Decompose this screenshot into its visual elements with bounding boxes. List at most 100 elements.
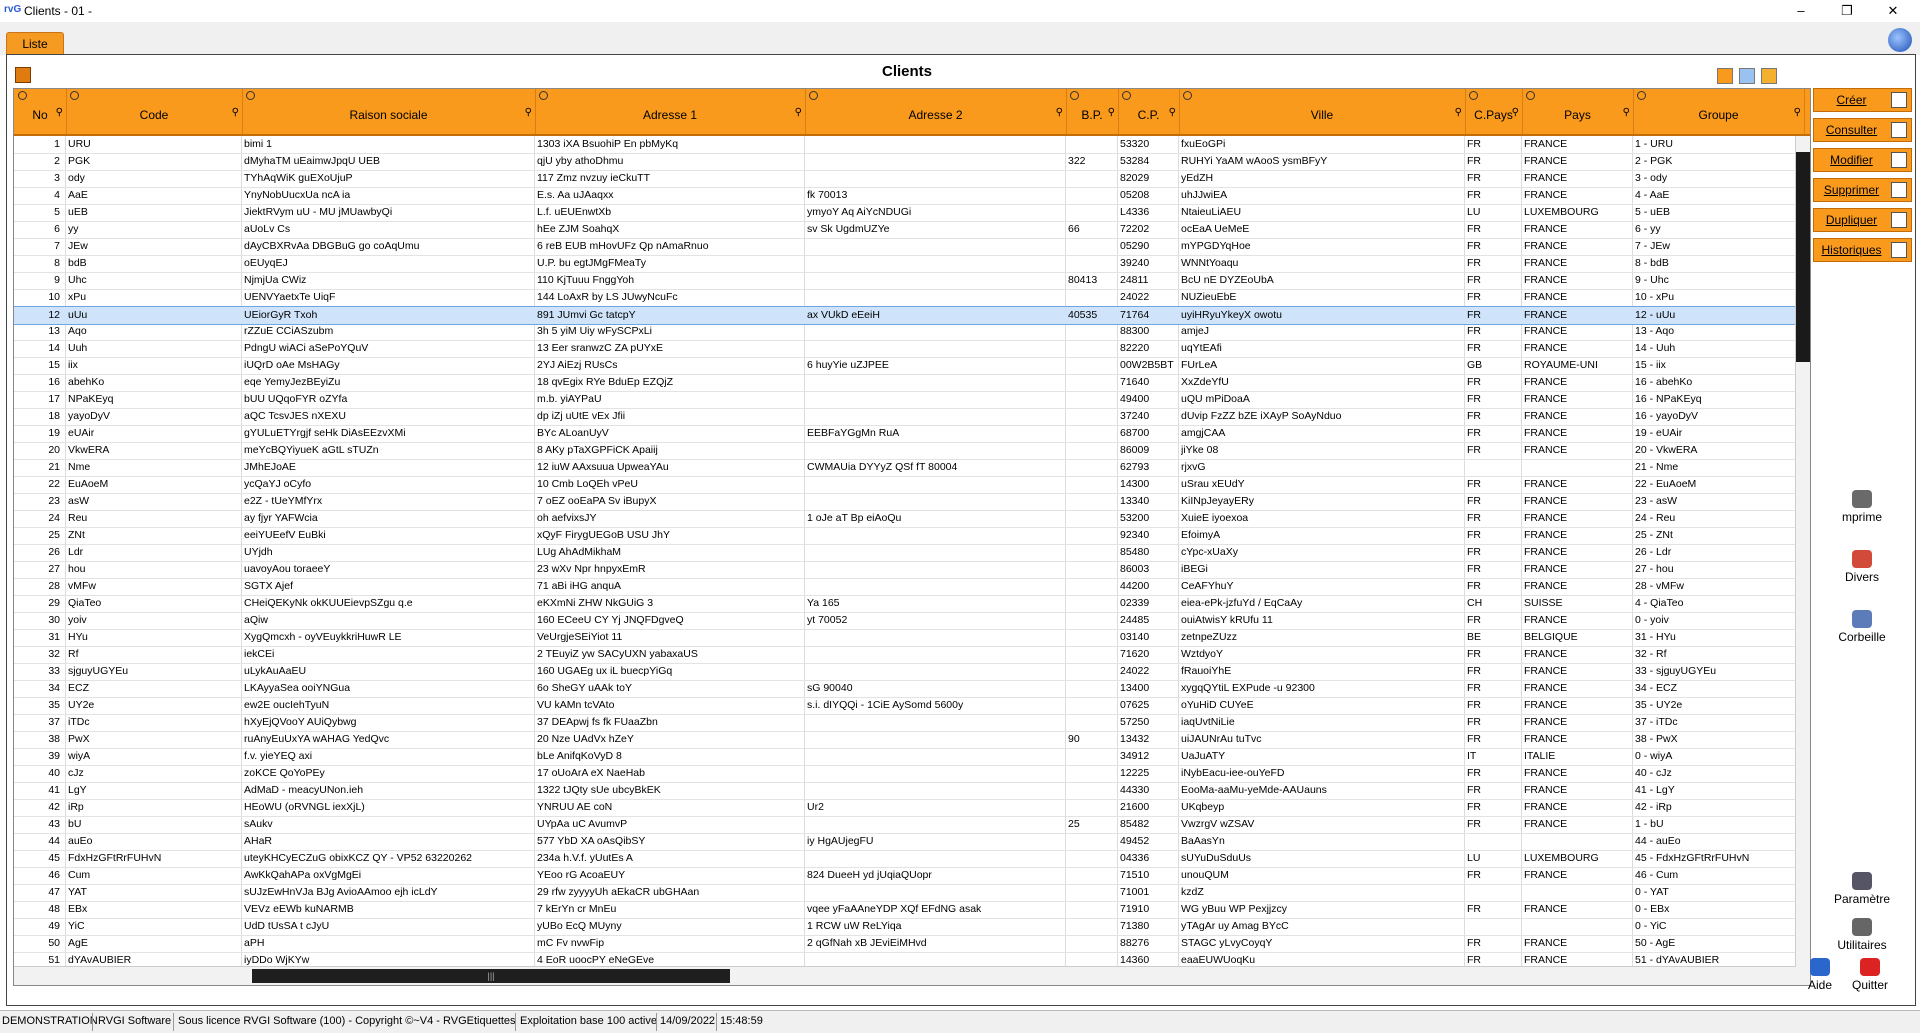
- historiques-button[interactable]: Historiques: [1813, 238, 1912, 262]
- table-row[interactable]: 50 AgE aPH mC Fv nvwFip 2 qGfNah xB JEviEiMH…: [14, 935, 1804, 953]
- table-row[interactable]: 7 JEw dAyCBXRvAa DBGBuG go coAqUmu 6 reB EU…: [14, 238, 1804, 256]
- column-search-icon[interactable]: ⚲: [525, 107, 532, 118]
- table-row[interactable]: 51 dYAvAUBIER iyDDo WjKYw 4 EoR uoocPY eNeG…: [14, 952, 1804, 966]
- column-header-cp[interactable]: C.P. ⚲: [1118, 89, 1180, 134]
- column-header-adr1[interactable]: Adresse 1 ⚲: [535, 89, 806, 134]
- table-row[interactable]: 44 auEo AHaR 577 YbD XA oAsQibSY iy HgAUjegF…: [14, 833, 1804, 851]
- horizontal-scrollbar[interactable]: |||: [14, 966, 1796, 985]
- column-header-ville[interactable]: Ville ⚲: [1179, 89, 1466, 134]
- sort-icon[interactable]: [1469, 91, 1478, 100]
- sort-icon[interactable]: [70, 91, 79, 100]
- quitter-tool[interactable]: Quitter: [1840, 958, 1900, 992]
- column-search-icon[interactable]: ⚲: [232, 107, 239, 118]
- filter-icon[interactable]: [1761, 68, 1777, 84]
- utilitaires-tool[interactable]: Utilitaires: [1812, 918, 1912, 952]
- table-row[interactable]: 25 ZNt eeiYUEefV EuBki xQyF FirygUEGoB USU …: [14, 527, 1804, 545]
- modifier-button[interactable]: Modifier: [1813, 148, 1912, 172]
- table-row[interactable]: 24 Reu ay fjyr YAFWcia oh aefvixsJY 1 oJe aT…: [14, 510, 1804, 528]
- horizontal-scroll-thumb[interactable]: |||: [252, 969, 730, 983]
- table-row[interactable]: 33 sjguyUGYEu uLykAuAaEU 160 UGAEg ux iL bu…: [14, 663, 1804, 681]
- table-row[interactable]: 38 PwX ruAnyEuUxYA wAHAG YedQvc 20 Nze UAdV…: [14, 731, 1804, 749]
- table-row[interactable]: 2 PGK dMyhaTM uEaimwJpqU UEB qjU yby athoDh…: [14, 153, 1804, 171]
- export-icon[interactable]: [1716, 68, 1733, 84]
- column-header-groupe[interactable]: Groupe ⚲: [1633, 89, 1805, 134]
- table-row[interactable]: 48 EBx VEVz eEWb kuNARMB 7 kErYn cr MnEu vqe…: [14, 901, 1804, 919]
- table-row[interactable]: 19 eUAir gYULuETYrgjf seHk DiAsEEzvXMi BYc …: [14, 425, 1804, 443]
- table-row[interactable]: 9 Uhc NjmjUa CWiz 110 KjTuuu FnggYoh 80413 24…: [14, 272, 1804, 290]
- divers-tool[interactable]: Divers: [1812, 550, 1912, 584]
- table-row[interactable]: 27 hou uavoyAou toraeeY 23 wXv Npr hnpyxEmR…: [14, 561, 1804, 579]
- column-search-icon[interactable]: ⚲: [1512, 107, 1519, 118]
- column-search-icon[interactable]: ⚲: [795, 107, 802, 118]
- table-row[interactable]: 13 Aqo rZZuE CCiASzubm 3h 5 yiM Uiy wFySCPx…: [14, 323, 1804, 341]
- corbeille-tool[interactable]: Corbeille: [1812, 610, 1912, 644]
- column-search-icon[interactable]: ⚲: [56, 107, 63, 118]
- sort-icon[interactable]: [539, 91, 548, 100]
- table-row[interactable]: 47 YAT sUJzEwHnVJa BJg AvioAAmoo ejh icLdY…: [14, 884, 1804, 902]
- table-row[interactable]: 35 UY2e ew2E oucIehTyuN VU kAMn tcVAto s.i. …: [14, 697, 1804, 715]
- sort-icon[interactable]: [1637, 91, 1646, 100]
- table-row[interactable]: 41 LgY AdMaD - meacyUNon.ieh 1322 tJQty sUe…: [14, 782, 1804, 800]
- table-row[interactable]: 16 abehKo eqe YemyJezBEyiZu 18 qvEgix RYe B…: [14, 374, 1804, 392]
- table-row[interactable]: 28 vMFw SGTX Ajef 71 aBi iHG anquA 44200 CeAF…: [14, 578, 1804, 596]
- table-row[interactable]: 34 ECZ LKAyyaSea ooiYNGua 6o SheGY uAAk toY…: [14, 680, 1804, 698]
- consulter-button[interactable]: Consulter: [1813, 118, 1912, 142]
- globe-icon[interactable]: [1888, 28, 1912, 52]
- column-header-code[interactable]: Code ⚲: [66, 89, 243, 134]
- table-row[interactable]: 42 iRp HEoWU (oRVNGL iexXjL) YNRUU AE coN Ur…: [14, 799, 1804, 817]
- table-row[interactable]: 40 cJz zoKCE QoYoPEy 17 oUoArA eX NaeHab 122…: [14, 765, 1804, 783]
- restore-button[interactable]: ❐: [1824, 0, 1870, 22]
- supprimer-button[interactable]: Supprimer: [1813, 178, 1912, 202]
- column-search-icon[interactable]: ⚲: [1056, 107, 1063, 118]
- table-row[interactable]: 1 URU bimi 1 1303 iXA BsuohiP En pbMyKq 5332…: [14, 136, 1804, 154]
- mprime-tool[interactable]: mprime: [1812, 490, 1912, 524]
- column-header-adr2[interactable]: Adresse 2 ⚲: [805, 89, 1067, 134]
- column-search-icon[interactable]: ⚲: [1623, 107, 1630, 118]
- table-row[interactable]: 3 ody TYhAqWiK guEXoUjuP 117 Zmz nvzuy ieCk…: [14, 170, 1804, 188]
- sort-icon[interactable]: [1122, 91, 1131, 100]
- column-search-icon[interactable]: ⚲: [1794, 107, 1801, 118]
- table-row[interactable]: 49 YiC UdD tUsSA t cJyU yUBo EcQ MUyny 1 RCW…: [14, 918, 1804, 936]
- table-row[interactable]: 39 wiyA f.v. yieYEQ axi bLe AnifqKoVyD 8 349…: [14, 748, 1804, 766]
- table-row[interactable]: 30 yoiv aQiw 160 ECeeU CY Yj JNQFDgveQ yt 70…: [14, 612, 1804, 630]
- table-row[interactable]: 29 QiaTeo CHeiQEKyNk okKUUEievpSZgu q.e eKX…: [14, 595, 1804, 613]
- table-row[interactable]: 23 asW e2Z - tUeYMfYrx 7 oEZ ooEaPA Sv iBup…: [14, 493, 1804, 511]
- table-row[interactable]: 43 bU sAukv UYpAa uC AvumvP 25 85482 VwzrgV wZ…: [14, 816, 1804, 834]
- table-row[interactable]: 26 Ldr UYjdh LUg AhAdMikhaM 85480 cYpc-xUaXy F…: [14, 544, 1804, 562]
- créer-button[interactable]: Créer: [1813, 88, 1912, 112]
- column-search-icon[interactable]: ⚲: [1169, 107, 1176, 118]
- sort-icon[interactable]: [809, 91, 818, 100]
- table-row[interactable]: 15 iix iUQrD oAe MsHAGy 2YJ AiEzj RUsCs 6 hu…: [14, 357, 1804, 375]
- column-header-pays[interactable]: Pays ⚲: [1522, 89, 1634, 134]
- table-row[interactable]: 14 Uuh PdngU wiACi aSePoYQuV 13 Eer sranwzC…: [14, 340, 1804, 358]
- column-header-bp[interactable]: B.P. ⚲: [1066, 89, 1119, 134]
- table-row[interactable]: 8 bdB oEUyqEJ U.P. bu egtJMgFMeaTy 39240 WNNt…: [14, 255, 1804, 273]
- sort-icon[interactable]: [1526, 91, 1535, 100]
- close-button[interactable]: ✕: [1870, 0, 1916, 22]
- sort-icon[interactable]: [246, 91, 255, 100]
- minimize-button[interactable]: –: [1778, 0, 1824, 22]
- table-row[interactable]: 31 HYu XygQmcxh - oyVEuykkriHuwR LE VeUrgje…: [14, 629, 1804, 647]
- sort-icon[interactable]: [1183, 91, 1192, 100]
- table-row[interactable]: 10 xPu UENVYaetxTe UiqF 144 LoAxR by LS JUw…: [14, 289, 1804, 307]
- column-header-raison[interactable]: Raison sociale ⚲: [242, 89, 536, 134]
- tab-liste[interactable]: Liste: [6, 32, 64, 55]
- sort-icon[interactable]: [1070, 91, 1079, 100]
- vertical-scrollbar[interactable]: [1795, 136, 1810, 985]
- table-row[interactable]: 32 Rf iekCEi 2 TEuyiZ yw SACyUXN yabaxaUS 71…: [14, 646, 1804, 664]
- table-row[interactable]: 21 Nme JMhEJoAE 12 iuW AAxsuua UpweaYAu CWMA…: [14, 459, 1804, 477]
- table-row[interactable]: 20 VkwERA meYcBQYiyueK aGtL sTUZn 8 AKy pTa…: [14, 442, 1804, 460]
- column-header-no[interactable]: No ⚲: [14, 89, 67, 134]
- search-icon[interactable]: [1738, 68, 1755, 84]
- paramètre-tool[interactable]: Paramètre: [1812, 872, 1912, 906]
- table-row[interactable]: 6 yy aUoLv Cs hEe ZJM SoahqX sv Sk UgdmUZYe 6…: [14, 221, 1804, 239]
- column-search-icon[interactable]: ⚲: [1108, 107, 1115, 118]
- table-row[interactable]: 4 AaE YnyNobUucxUa ncA ia E.s. Aa uJAaqxx fk…: [14, 187, 1804, 205]
- table-row[interactable]: 45 FdxHzGFtRrFUHvN uteyKHCyECZuG obixKCZ Q…: [14, 850, 1804, 868]
- column-search-icon[interactable]: ⚲: [1455, 107, 1462, 118]
- table-row[interactable]: 37 iTDc hXyEjQVooY AUiQybwg 37 DEApwj fs fk…: [14, 714, 1804, 732]
- sort-icon[interactable]: [18, 91, 27, 100]
- table-row[interactable]: 18 yayoDyV aQC TcsvJES nXEXU dp iZj uUtE vE…: [14, 408, 1804, 426]
- table-row[interactable]: 46 Cum AwKkQahAPa oxVgMgEi YEoo rG AcoaEUY 8…: [14, 867, 1804, 885]
- column-header-cpays[interactable]: C.Pays ⚲: [1465, 89, 1523, 134]
